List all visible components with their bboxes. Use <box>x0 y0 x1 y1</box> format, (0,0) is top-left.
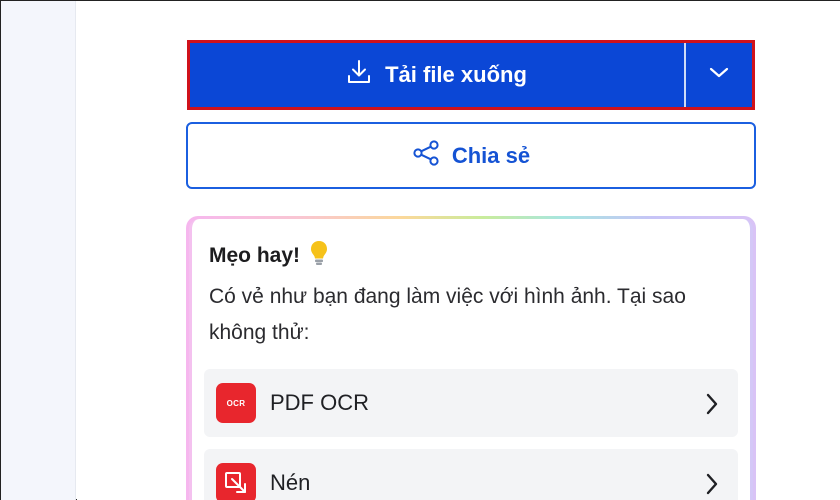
share-button[interactable]: Chia sẻ <box>186 122 756 189</box>
left-panel <box>1 1 76 500</box>
download-label: Tải file xuống <box>385 62 527 87</box>
tip-title: Mẹo hay! <box>209 244 301 267</box>
lightbulb-icon <box>310 240 328 272</box>
tool-label: Nén <box>270 470 311 495</box>
download-icon <box>347 59 371 91</box>
download-button[interactable]: Tải file xuống <box>190 43 684 107</box>
tool-label: PDF OCR <box>270 390 369 415</box>
download-options-button[interactable] <box>686 43 752 107</box>
tip-card-body: Mẹo hay! Có vẻ như bạn đang làm việc với… <box>189 219 753 500</box>
ocr-icon: OCR <box>216 383 256 423</box>
tip-card: Mẹo hay! Có vẻ như bạn đang làm việc với… <box>186 216 756 500</box>
chevron-down-icon <box>708 66 730 85</box>
tip-title-row: Mẹo hay! <box>209 239 735 273</box>
compress-icon <box>216 463 256 500</box>
tip-text: Có vẻ như bạn đang làm việc với hình ảnh… <box>209 285 686 344</box>
chevron-right-icon <box>706 473 718 500</box>
download-divider <box>684 43 686 107</box>
chevron-right-icon <box>706 393 718 420</box>
share-icon <box>412 139 440 173</box>
download-button-group: Tải file xuống <box>187 40 755 110</box>
tool-item-pdf-ocr[interactable]: OCR PDF OCR <box>204 369 738 437</box>
tool-item-compress[interactable]: Nén <box>204 449 738 500</box>
share-label: Chia sẻ <box>451 142 531 168</box>
